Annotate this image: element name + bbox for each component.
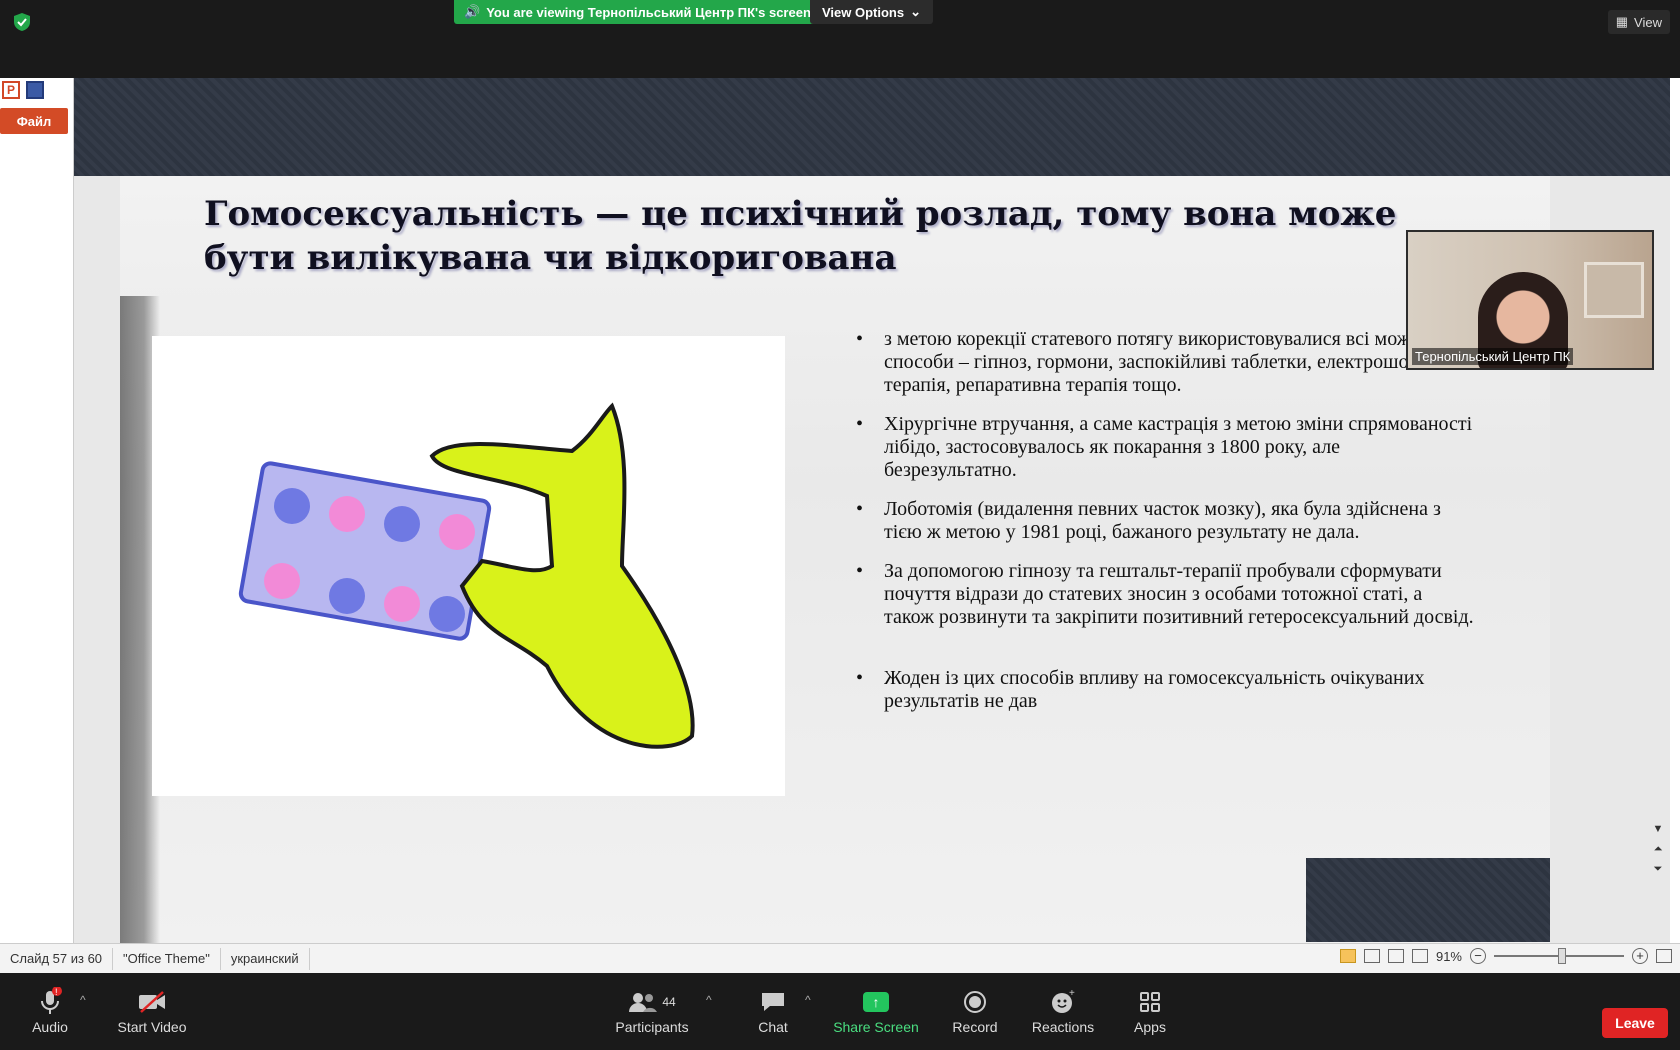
bullet-item: Жоден із цих способів впливу на гомосекс… <box>856 667 1476 713</box>
reading-view-icon[interactable] <box>1387 949 1404 963</box>
bullet-item: Лоботомія (видалення певних часток мозку… <box>856 498 1476 544</box>
ppt-status-bar: Слайд 57 из 60 "Office Theme" украинский… <box>0 943 1680 973</box>
zoom-in-icon[interactable]: + <box>1632 948 1648 964</box>
next-slide-icon[interactable]: ⏷ <box>1647 860 1669 878</box>
shared-screen: P Файл Гомосексуальність — це психічний … <box>0 78 1680 973</box>
view-options-label: View Options <box>822 4 905 20</box>
wall-picture <box>1584 262 1644 318</box>
zoom-slider[interactable] <box>1494 948 1624 964</box>
powerpoint-icon[interactable]: P <box>2 81 20 99</box>
slide-bullet-list: з метою корекції статевого потягу викори… <box>856 328 1476 729</box>
file-tab[interactable]: Файл <box>0 108 68 134</box>
grid-view-icon: ▦ <box>1615 14 1629 29</box>
apps-label: Apps <box>1134 1019 1166 1035</box>
bullet-item: з метою корекції статевого потягу викори… <box>856 328 1476 397</box>
slide-editor-area: Гомосексуальність — це психічний розлад,… <box>74 78 1670 943</box>
svg-text:+: + <box>1069 989 1075 999</box>
apps-button[interactable]: Apps <box>1105 985 1195 1035</box>
audio-label: Audio <box>32 1019 68 1035</box>
status-right-controls: 91% − + <box>1339 948 1672 964</box>
svg-text:!: ! <box>55 987 58 997</box>
chevron-down-icon: ⌄ <box>910 4 922 19</box>
bullet-item: За допомогою гіпнозу та гештальт-терапії… <box>856 560 1476 629</box>
bullet-item: Хірургічне втручання, а саме кастрація з… <box>856 413 1476 482</box>
zoom-toolbar: ! Audio ^ Start Video 44 Participants ^ … <box>0 973 1680 1050</box>
theme-name[interactable]: "Office Theme" <box>113 947 221 970</box>
fit-to-window-icon[interactable] <box>1656 949 1672 963</box>
zoom-level[interactable]: 91% <box>1436 949 1462 964</box>
speaker-icon: 🔊 <box>464 4 481 19</box>
slide-number: Слайд 57 из 60 <box>0 947 114 970</box>
participant-name: Тернопільський Центр ПК <box>1412 348 1574 365</box>
viewing-screen-text: You are viewing Тернопільський Центр ПК'… <box>486 4 811 20</box>
slide-picture[interactable] <box>152 336 785 796</box>
apps-icon <box>1105 985 1195 1019</box>
save-icon[interactable] <box>26 81 44 99</box>
slide[interactable]: Гомосексуальність — це психічний розлад,… <box>120 176 1550 943</box>
participants-label: Participants <box>615 1019 689 1035</box>
zoom-top-bar: 🔊 You are viewing Тернопільський Центр П… <box>0 0 1680 78</box>
slide-sorter-icon[interactable] <box>1363 949 1380 963</box>
reactions-label: Reactions <box>1031 1019 1095 1035</box>
vertical-scrollbar[interactable]: ▼ ⏶ ⏷ <box>1646 818 1670 943</box>
reactions-smiley-icon: + <box>1018 985 1108 1019</box>
normal-view-icon[interactable] <box>1339 949 1356 963</box>
slide-title: Гомосексуальність — це психічний розлад,… <box>204 194 1397 278</box>
start-video-label: Start Video <box>117 1019 187 1035</box>
start-video-button[interactable]: Start Video <box>107 985 197 1035</box>
slideshow-icon[interactable] <box>1411 949 1428 963</box>
video-off-icon <box>107 985 197 1019</box>
participants-icon: 44 <box>607 985 697 1019</box>
view-button-label: View <box>1634 14 1662 30</box>
language[interactable]: украинский <box>221 947 310 970</box>
reactions-button[interactable]: + Reactions <box>1018 985 1108 1035</box>
share-screen-button[interactable]: ↑ Share Screen <box>831 985 921 1035</box>
record-label: Record <box>952 1019 998 1035</box>
chat-label: Chat <box>758 1019 788 1035</box>
participants-count: 44 <box>662 995 676 1009</box>
zoom-slider-knob[interactable] <box>1558 948 1566 964</box>
previous-slide-icon[interactable]: ⏶ <box>1647 840 1669 858</box>
quick-access-toolbar: P <box>0 78 74 102</box>
pill-pack-hand-illustration <box>238 402 695 749</box>
security-shield-icon[interactable] <box>12 12 32 32</box>
share-screen-icon: ↑ <box>831 985 921 1019</box>
record-icon <box>930 985 1020 1019</box>
participants-caret-icon[interactable]: ^ <box>706 993 712 1007</box>
scroll-down-icon[interactable]: ▼ <box>1647 820 1669 838</box>
slide-top-decoration <box>74 78 1670 176</box>
viewing-screen-banner: 🔊 You are viewing Тернопільський Центр П… <box>454 0 821 24</box>
slide-corner-decoration <box>1306 858 1550 942</box>
view-options-button[interactable]: View Options ⌄ <box>810 0 934 24</box>
record-button[interactable]: Record <box>930 985 1020 1035</box>
ppt-ribbon-left: P Файл <box>0 78 74 943</box>
share-screen-label: Share Screen <box>833 1019 919 1035</box>
view-button[interactable]: ▦ View <box>1607 10 1670 34</box>
zoom-out-icon[interactable]: − <box>1470 948 1486 964</box>
participant-video-tile[interactable]: Тернопільський Центр ПК <box>1406 230 1654 370</box>
audio-options-caret-icon[interactable]: ^ <box>80 993 86 1007</box>
leave-button[interactable]: Leave <box>1602 1008 1668 1038</box>
chat-caret-icon[interactable]: ^ <box>805 993 811 1007</box>
participants-button[interactable]: 44 Participants <box>607 985 697 1035</box>
